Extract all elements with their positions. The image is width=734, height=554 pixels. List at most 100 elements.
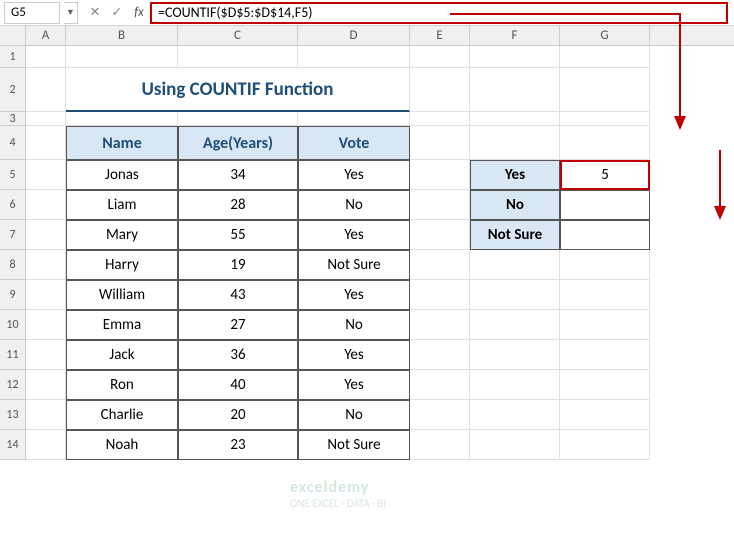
cell-G8[interactable]: [560, 250, 650, 280]
cell-D9[interactable]: Yes: [298, 280, 410, 310]
cell-G9[interactable]: [560, 280, 650, 310]
col-header-F[interactable]: F: [470, 26, 560, 45]
row-header-5[interactable]: 5: [0, 160, 26, 190]
cell-E13[interactable]: [410, 400, 470, 430]
cell-D13[interactable]: No: [298, 400, 410, 430]
select-all-button[interactable]: [0, 26, 26, 45]
cell-C6[interactable]: 28: [178, 190, 298, 220]
cell-G14[interactable]: [560, 430, 650, 460]
cell-B8[interactable]: Harry: [66, 250, 178, 280]
cell-D6[interactable]: No: [298, 190, 410, 220]
cell-F9[interactable]: [470, 280, 560, 310]
cell-F12[interactable]: [470, 370, 560, 400]
cell-F10[interactable]: [470, 310, 560, 340]
cell-B10[interactable]: Emma: [66, 310, 178, 340]
cell-C3[interactable]: [178, 112, 298, 126]
cell-C7[interactable]: 55: [178, 220, 298, 250]
cell-A9[interactable]: [26, 280, 66, 310]
cell-A1[interactable]: [26, 46, 66, 68]
row-header-1[interactable]: 1: [0, 46, 26, 68]
th-vote[interactable]: Vote: [298, 126, 410, 160]
cell-C5[interactable]: 34: [178, 160, 298, 190]
name-box-dropdown-icon[interactable]: ▼: [64, 2, 78, 24]
cell-E5[interactable]: [410, 160, 470, 190]
name-box[interactable]: G5: [4, 2, 60, 24]
cell-A7[interactable]: [26, 220, 66, 250]
cell-B12[interactable]: Ron: [66, 370, 178, 400]
cell-D1[interactable]: [298, 46, 410, 68]
cell-F3[interactable]: [470, 112, 560, 126]
cell-E4[interactable]: [410, 126, 470, 160]
row-header-13[interactable]: 13: [0, 400, 26, 430]
cell-A13[interactable]: [26, 400, 66, 430]
cell-A4[interactable]: [26, 126, 66, 160]
summary-value-notsure[interactable]: [560, 220, 650, 250]
cell-A5[interactable]: [26, 160, 66, 190]
cell-E8[interactable]: [410, 250, 470, 280]
col-header-E[interactable]: E: [410, 26, 470, 45]
row-header-2[interactable]: 2: [0, 68, 26, 112]
cell-E10[interactable]: [410, 310, 470, 340]
summary-label-yes[interactable]: Yes: [470, 160, 560, 190]
cell-C8[interactable]: 19: [178, 250, 298, 280]
cell-G11[interactable]: [560, 340, 650, 370]
row-header-12[interactable]: 12: [0, 370, 26, 400]
th-name[interactable]: Name: [66, 126, 178, 160]
cell-D8[interactable]: Not Sure: [298, 250, 410, 280]
cell-B1[interactable]: [66, 46, 178, 68]
cell-C11[interactable]: 36: [178, 340, 298, 370]
cell-E9[interactable]: [410, 280, 470, 310]
cell-F1[interactable]: [470, 46, 560, 68]
cell-A11[interactable]: [26, 340, 66, 370]
cell-A3[interactable]: [26, 112, 66, 126]
cell-A6[interactable]: [26, 190, 66, 220]
row-header-7[interactable]: 7: [0, 220, 26, 250]
col-header-G[interactable]: G: [560, 26, 650, 45]
summary-value-yes[interactable]: 5: [560, 160, 650, 190]
fx-icon[interactable]: fx: [128, 2, 150, 24]
cell-C13[interactable]: 20: [178, 400, 298, 430]
col-header-D[interactable]: D: [298, 26, 410, 45]
cell-B11[interactable]: Jack: [66, 340, 178, 370]
row-header-11[interactable]: 11: [0, 340, 26, 370]
title-cell[interactable]: Using COUNTIF Function: [66, 68, 410, 112]
row-header-8[interactable]: 8: [0, 250, 26, 280]
cell-D7[interactable]: Yes: [298, 220, 410, 250]
cell-D10[interactable]: No: [298, 310, 410, 340]
row-header-6[interactable]: 6: [0, 190, 26, 220]
summary-label-notsure[interactable]: Not Sure: [470, 220, 560, 250]
cell-B9[interactable]: William: [66, 280, 178, 310]
cell-G12[interactable]: [560, 370, 650, 400]
cell-D5[interactable]: Yes: [298, 160, 410, 190]
cancel-icon[interactable]: ✕: [84, 2, 106, 24]
row-header-9[interactable]: 9: [0, 280, 26, 310]
cell-C1[interactable]: [178, 46, 298, 68]
cell-E3[interactable]: [410, 112, 470, 126]
cell-A10[interactable]: [26, 310, 66, 340]
cell-E14[interactable]: [410, 430, 470, 460]
col-header-C[interactable]: C: [178, 26, 298, 45]
cell-A14[interactable]: [26, 430, 66, 460]
cell-F11[interactable]: [470, 340, 560, 370]
cell-C12[interactable]: 40: [178, 370, 298, 400]
cell-A8[interactable]: [26, 250, 66, 280]
cell-C10[interactable]: 27: [178, 310, 298, 340]
cell-D3[interactable]: [298, 112, 410, 126]
cell-B3[interactable]: [66, 112, 178, 126]
cell-D14[interactable]: Not Sure: [298, 430, 410, 460]
cell-E7[interactable]: [410, 220, 470, 250]
formula-input[interactable]: =COUNTIF($D$5:$D$14,F5): [150, 2, 728, 24]
row-header-3[interactable]: 3: [0, 112, 26, 126]
cell-G10[interactable]: [560, 310, 650, 340]
cell-F8[interactable]: [470, 250, 560, 280]
cell-F14[interactable]: [470, 430, 560, 460]
cell-F13[interactable]: [470, 400, 560, 430]
cell-G2[interactable]: [560, 68, 650, 112]
cell-A2[interactable]: [26, 68, 66, 112]
cell-G13[interactable]: [560, 400, 650, 430]
cell-G4[interactable]: [560, 126, 650, 160]
cell-F4[interactable]: [470, 126, 560, 160]
cell-C14[interactable]: 23: [178, 430, 298, 460]
row-header-4[interactable]: 4: [0, 126, 26, 160]
cell-B6[interactable]: Liam: [66, 190, 178, 220]
